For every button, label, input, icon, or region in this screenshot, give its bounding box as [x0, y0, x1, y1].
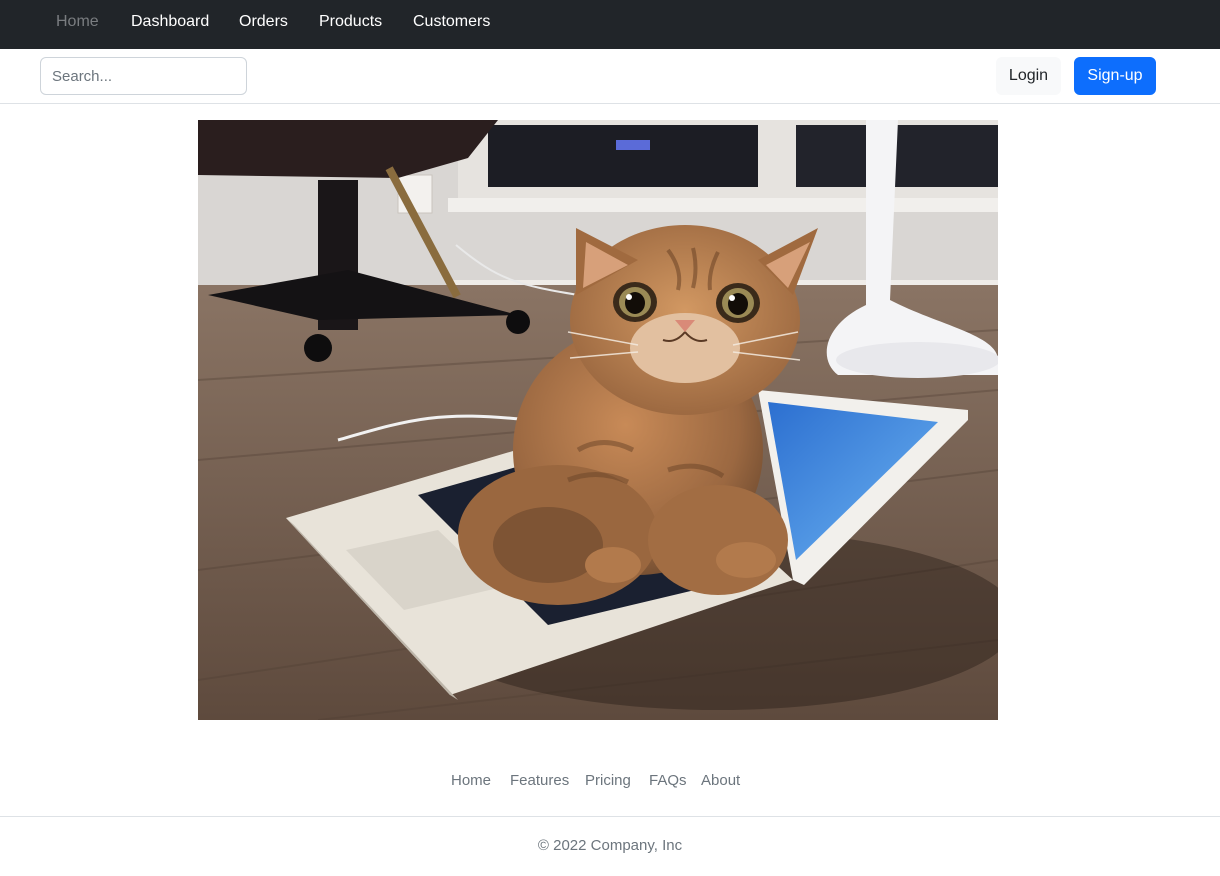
footer-link-features[interactable]: Features [510, 772, 569, 790]
copyright-text: © 2022 Company, Inc [537, 837, 683, 854]
footer-link-pricing[interactable]: Pricing [585, 772, 631, 790]
login-button[interactable]: Login [996, 57, 1061, 95]
cat-photo [198, 120, 998, 720]
signup-button[interactable]: Sign-up [1074, 57, 1156, 95]
footer-link-faqs[interactable]: FAQs [649, 772, 687, 790]
search-input[interactable] [40, 57, 247, 95]
top-navbar: Home Dashboard Orders Products Customers [0, 0, 1220, 49]
nav-link-products[interactable]: Products [319, 13, 382, 31]
footer-link-home[interactable]: Home [451, 772, 491, 790]
nav-link-dashboard[interactable]: Dashboard [131, 13, 209, 31]
nav-link-customers[interactable]: Customers [413, 13, 490, 31]
footer-divider [0, 816, 1220, 817]
footer-link-about[interactable]: About [701, 772, 740, 790]
toolbar: Login Sign-up [0, 49, 1220, 104]
nav-link-home[interactable]: Home [56, 13, 99, 31]
nav-link-orders[interactable]: Orders [239, 13, 288, 31]
